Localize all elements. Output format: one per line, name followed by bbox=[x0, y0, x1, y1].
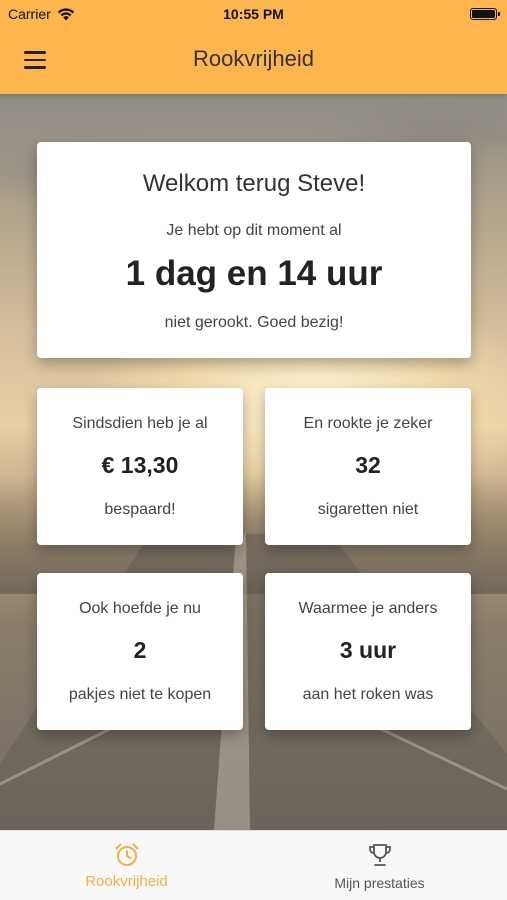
welcome-greeting: Welkom terug Steve! bbox=[142, 170, 366, 197]
alarm-clock-icon bbox=[115, 843, 138, 866]
stat-label-bottom: aan het roken was bbox=[302, 686, 434, 703]
tab-bar: Rookvrijheid Mijn prestaties bbox=[0, 830, 507, 900]
money-saved-card: Sindsdien heb je al € 13,30 bespaard! bbox=[37, 388, 243, 545]
stat-label-bottom: bespaard! bbox=[104, 501, 176, 518]
app-header: Carrier 10:55 PM Rookvrijheid bbox=[0, 0, 507, 94]
stat-label-bottom: sigaretten niet bbox=[317, 501, 419, 518]
clock: 10:55 PM bbox=[223, 6, 284, 22]
smoke-free-duration: 1 dag en 14 uur bbox=[125, 254, 383, 293]
tab-rookvrijheid[interactable]: Rookvrijheid bbox=[0, 831, 253, 900]
page-title: Rookvrijheid bbox=[192, 46, 315, 71]
trophy-icon bbox=[368, 844, 391, 866]
stat-label-bottom: pakjes niet te kopen bbox=[68, 686, 212, 703]
stat-value: 3 uur bbox=[339, 637, 397, 663]
welcome-pre-text: Je hebt op dit moment al bbox=[166, 222, 342, 239]
battery-icon bbox=[470, 8, 500, 20]
cigarettes-avoided-card: En rookte je zeker 32 sigaretten niet bbox=[265, 388, 471, 545]
status-bar: Carrier 10:55 PM bbox=[0, 0, 507, 28]
welcome-card: Welkom terug Steve! Je hebt op dit momen… bbox=[37, 142, 471, 358]
tab-label: Rookvrijheid bbox=[85, 873, 168, 890]
tab-mijn-prestaties[interactable]: Mijn prestaties bbox=[253, 831, 506, 900]
stat-label-top: En rookte je zeker bbox=[303, 415, 433, 432]
stat-label-top: Waarmee je anders bbox=[298, 600, 438, 617]
stat-label-top: Sindsdien heb je al bbox=[72, 415, 208, 432]
packs-not-bought-card: Ook hoefde je nu 2 pakjes niet te kopen bbox=[37, 573, 243, 730]
stat-label-top: Ook hoefde je nu bbox=[79, 600, 201, 617]
time-saved-card: Waarmee je anders 3 uur aan het roken wa… bbox=[265, 573, 471, 730]
stat-value: 2 bbox=[133, 637, 147, 663]
stat-value: € 13,30 bbox=[101, 452, 179, 478]
stat-value: 32 bbox=[355, 452, 381, 478]
tab-label: Mijn prestaties bbox=[334, 875, 425, 891]
nav-bar: Rookvrijheid bbox=[0, 28, 507, 94]
welcome-post-text: niet gerookt. Goed bezig! bbox=[164, 314, 344, 331]
